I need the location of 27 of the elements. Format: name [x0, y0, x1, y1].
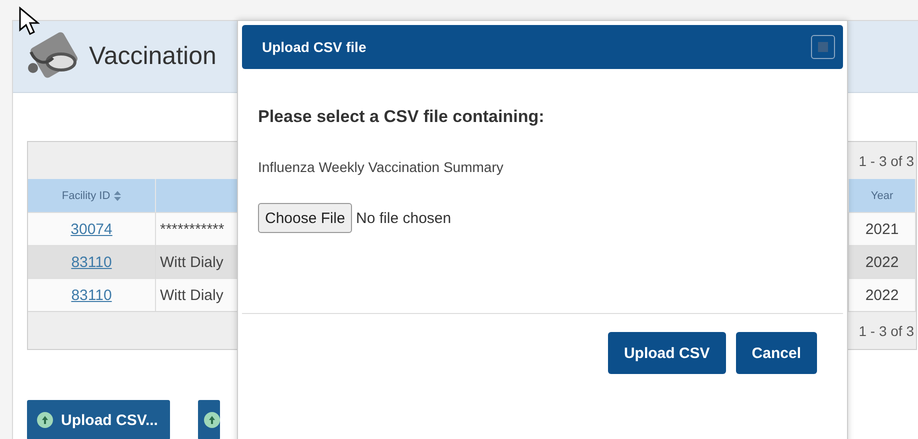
- pagination-range: 1 - 3 of 3: [858, 152, 914, 168]
- column-header[interactable]: Year: [849, 179, 916, 212]
- facility-link[interactable]: 83110: [71, 254, 112, 270]
- toolbar-button[interactable]: [198, 400, 220, 439]
- table-cell: Witt Dialy: [156, 245, 238, 278]
- choose-file-button[interactable]: Choose File: [258, 203, 352, 233]
- table-cell: ***********: [156, 212, 238, 245]
- upload-csv-button[interactable]: Upload CSV...: [27, 400, 170, 439]
- close-button[interactable]: [811, 35, 835, 59]
- column-header[interactable]: Facility ID: [28, 179, 156, 212]
- table-cell: 2021: [849, 212, 916, 245]
- dialog-heading: Please select a CSV file containing:: [258, 107, 546, 127]
- table-cell: 2022: [849, 245, 916, 278]
- facility-link[interactable]: 30074: [70, 220, 112, 238]
- dialog-button[interactable]: Cancel: [736, 332, 817, 374]
- dialog-button[interactable]: Upload CSV: [608, 332, 726, 374]
- file-status: No file chosen: [356, 210, 452, 226]
- table-cell: 2022: [849, 278, 916, 311]
- upload-icon: [37, 412, 53, 428]
- file-type-label: Influenza Weekly Vaccination Summary: [258, 159, 504, 175]
- page-title: Vaccination: [89, 42, 216, 71]
- facility-link[interactable]: 83110: [71, 286, 112, 304]
- close-icon: [818, 42, 828, 52]
- pagination-range: 1 - 3 of 3: [858, 322, 914, 338]
- table-cell: Witt Dialy: [156, 278, 238, 311]
- upload-icon: [204, 412, 220, 428]
- dialog-title: Upload CSV file: [262, 39, 366, 55]
